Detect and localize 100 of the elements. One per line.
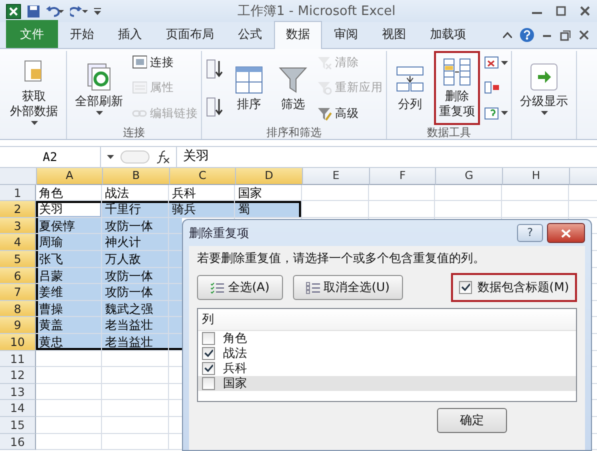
ribbon-tab[interactable]: 数据 (274, 21, 322, 49)
checkbox[interactable] (459, 281, 472, 294)
table-cell[interactable] (169, 268, 182, 284)
ribbon-tab[interactable]: 开始 (58, 21, 106, 48)
row-header[interactable]: 7 (0, 284, 36, 301)
ribbon-button[interactable]: 获取 外部数据 (5, 51, 63, 131)
undo-icon[interactable] (46, 5, 64, 17)
table-cell[interactable] (169, 334, 182, 350)
table-cell[interactable] (169, 234, 182, 250)
excel-icon[interactable] (6, 4, 21, 18)
table-cell[interactable]: 骑兵 (169, 201, 235, 218)
row-header[interactable]: 11 (0, 350, 36, 368)
restore-icon[interactable] (560, 30, 571, 40)
row-header[interactable]: 4 (0, 234, 36, 251)
checkbox[interactable] (202, 332, 215, 345)
ribbon-tab[interactable]: 页面布局 (154, 21, 226, 48)
table-cell[interactable] (169, 300, 182, 316)
row-header[interactable]: 3 (0, 218, 36, 234)
redo-icon[interactable] (70, 5, 88, 17)
function-icon[interactable] (156, 150, 170, 164)
table-cell[interactable]: 千里行 (102, 201, 169, 218)
ribbon-button[interactable]: 筛选 (273, 58, 313, 118)
row-header[interactable]: 12 (0, 367, 36, 384)
table-cell[interactable]: 黄盖 (36, 317, 102, 334)
table-cell[interactable]: 老当益壮 (102, 317, 169, 334)
name-box[interactable]: A2 (0, 147, 101, 167)
header-checkbox[interactable]: 数据包含标题(M) (451, 273, 577, 302)
ribbon-button[interactable]: 分级显示 (515, 56, 573, 120)
table-cell[interactable]: 魏武之强 (102, 300, 169, 318)
column-header[interactable]: A (37, 168, 103, 185)
dialog-button[interactable]: 全选(A) (197, 275, 283, 300)
close-button[interactable] (547, 223, 585, 243)
formula-field[interactable]: 关羽 (176, 147, 597, 167)
restore-icon[interactable] (555, 5, 567, 17)
row-header[interactable]: 10 (0, 334, 36, 351)
close-icon[interactable] (579, 5, 591, 17)
row-header[interactable]: 14 (0, 400, 36, 417)
table-cell[interactable]: 夏侯惇 (36, 218, 102, 234)
ribbon-button[interactable] (205, 96, 225, 118)
table-cell[interactable] (169, 284, 182, 300)
row-header[interactable]: 16 (0, 434, 36, 450)
ribbon-button[interactable] (205, 58, 225, 80)
row-header[interactable]: 1 (0, 184, 36, 202)
checkbox[interactable] (202, 347, 215, 360)
row-header[interactable]: 9 (0, 317, 36, 334)
table-cell[interactable]: 攻防一体 (102, 284, 169, 301)
row-header[interactable]: 6 (0, 268, 36, 284)
row-header[interactable]: 8 (0, 300, 36, 318)
ribbon-tab[interactable]: 插入 (106, 21, 154, 48)
help-button[interactable]: ? (517, 224, 543, 242)
table-cell[interactable]: 曹操 (36, 300, 102, 318)
dialog-button[interactable]: 取消全选(U) (292, 275, 403, 300)
column-header[interactable]: H (503, 168, 570, 185)
close-icon[interactable] (579, 30, 589, 40)
ribbon-button[interactable]: 分列 (390, 58, 430, 118)
table-cell[interactable] (169, 317, 182, 333)
row-header[interactable]: 15 (0, 416, 36, 434)
column-option[interactable]: 战法 (198, 346, 576, 361)
checkbox[interactable] (202, 377, 215, 390)
column-option[interactable]: 角色 (198, 331, 576, 346)
table-cell[interactable] (169, 218, 182, 234)
ribbon-button[interactable]: 连接 (132, 55, 198, 70)
table-cell[interactable]: 蜀 (235, 201, 302, 218)
help-icon[interactable] (520, 28, 534, 42)
ribbon-tab[interactable]: 视图 (370, 21, 418, 48)
column-option[interactable]: 国家 (198, 376, 576, 391)
table-cell[interactable]: 攻防一体 (102, 268, 169, 284)
table-cell[interactable]: 吕蒙 (36, 268, 102, 284)
row-header[interactable]: 13 (0, 384, 36, 400)
ribbon-tab[interactable]: 文件 (6, 20, 58, 48)
ribbon-tab[interactable]: 加载项 (418, 21, 478, 48)
ribbon-button[interactable]: 高级 (317, 106, 383, 121)
ribbon-button[interactable] (484, 106, 508, 121)
ribbon-tab[interactable]: 审阅 (322, 21, 370, 48)
column-header[interactable]: B (103, 168, 170, 185)
customize-icon[interactable] (94, 5, 102, 17)
ribbon-button[interactable]: 删除 重复项 (434, 51, 480, 125)
ribbon-button[interactable]: 全部刷新 (70, 56, 128, 120)
ribbon-button[interactable]: 排序 (229, 58, 269, 118)
checkbox[interactable] (202, 362, 215, 375)
ok-button[interactable]: 确定 (437, 408, 507, 433)
table-cell[interactable]: 攻防一体 (102, 218, 169, 234)
column-option[interactable]: 兵科 (198, 361, 576, 376)
column-header[interactable]: G (436, 168, 503, 185)
column-header[interactable]: E (303, 168, 370, 185)
row-header[interactable]: 5 (0, 250, 36, 268)
column-header[interactable]: C (170, 168, 236, 185)
table-cell[interactable]: 姜维 (36, 284, 102, 301)
ribbon-button[interactable] (484, 55, 508, 70)
table-cell[interactable] (169, 250, 182, 267)
table-cell[interactable]: 神火计 (102, 234, 169, 251)
table-cell[interactable]: 张飞 (36, 250, 102, 268)
ribbon-tab[interactable]: 公式 (226, 21, 274, 48)
collapse-ribbon-icon[interactable] (503, 32, 512, 38)
table-cell[interactable]: 关羽 (36, 201, 102, 218)
table-cell[interactable]: 周瑜 (36, 234, 102, 251)
table-cell[interactable]: 万人敌 (102, 250, 169, 268)
column-header[interactable]: F (370, 168, 436, 185)
save-icon[interactable] (27, 4, 40, 18)
row-header[interactable]: 2 (0, 201, 36, 218)
